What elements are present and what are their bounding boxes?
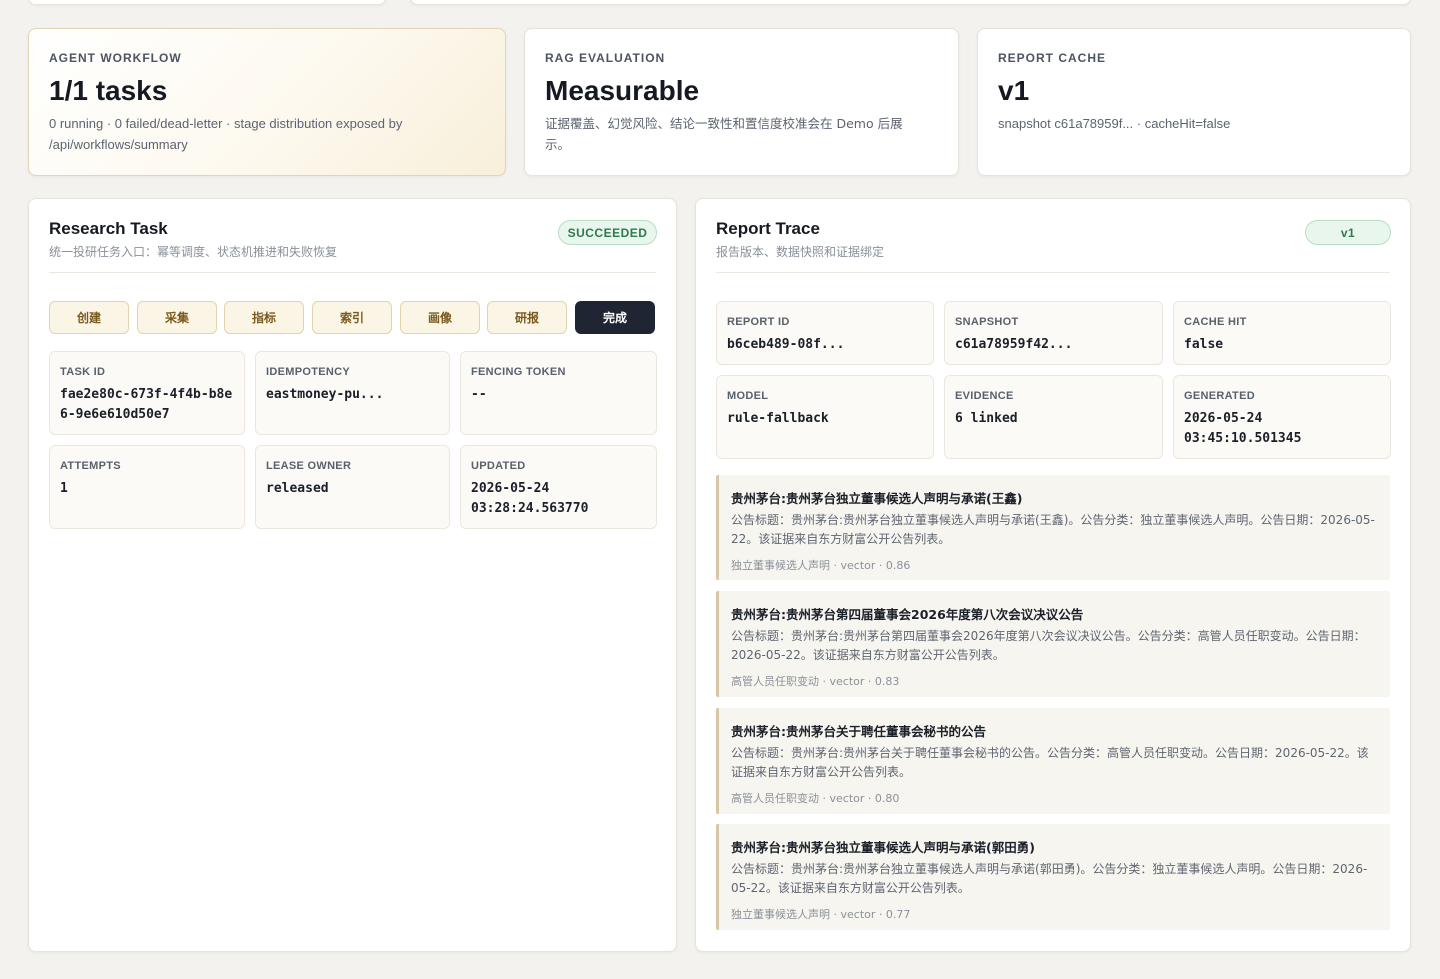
previous-card-left: [28, 0, 386, 5]
version-badge: v1: [1305, 220, 1391, 245]
meta-value: 6 linked: [955, 411, 1018, 426]
meta-value: --: [471, 387, 487, 402]
evidence-title: 贵州茅台:贵州茅台独立董事候选人声明与承诺(郭田勇): [731, 840, 1035, 855]
generated-field: GENERATED 2026-05-24 03:45:10.501345: [1173, 375, 1391, 459]
kpi-value: 1/1 tasks: [49, 75, 168, 106]
meta-label: GENERATED: [1184, 390, 1255, 402]
meta-value: b6ceb489-08f...: [727, 337, 845, 352]
kpi-label: AGENT WORKFLOW: [49, 51, 182, 65]
evidence-title: 贵州茅台:贵州茅台关于聘任董事会秘书的公告: [731, 724, 986, 739]
kpi-subtext: 0 running · 0 failed/dead-letter · stage…: [49, 116, 403, 152]
meta-label: EVIDENCE: [955, 390, 1014, 402]
meta-label: REPORT ID: [727, 316, 790, 328]
evidence-body: 公告标题：贵州茅台:贵州茅台独立董事候选人声明与承诺(郭田勇)。公告分类：独立董…: [731, 862, 1368, 895]
evidence-title: 贵州茅台:贵州茅台独立董事候选人声明与承诺(王鑫): [731, 491, 1023, 506]
stage-collect-button[interactable]: 采集: [137, 301, 217, 334]
research-task-panel: Research Task 统一投研任务入口：幂等调度、状态机推进和失败恢复 S…: [28, 198, 677, 952]
model-field: MODEL rule-fallback: [716, 375, 934, 459]
evidence-item[interactable]: 贵州茅台:贵州茅台关于聘任董事会秘书的公告 公告标题：贵州茅台:贵州茅台关于聘任…: [716, 708, 1390, 814]
kpi-label: REPORT CACHE: [998, 51, 1107, 65]
meta-value: false: [1184, 337, 1224, 352]
evidence-meta: 高管人员任职变动 · vector · 0.83: [731, 675, 900, 688]
meta-value: eastmoney-pu...: [266, 387, 384, 402]
evidence-meta: 独立董事候选人声明 · vector · 0.77: [731, 908, 911, 921]
evidence-meta: 独立董事候选人声明 · vector · 0.86: [731, 559, 911, 572]
stage-metrics-button[interactable]: 指标: [224, 301, 304, 334]
evidence-count-field: EVIDENCE 6 linked: [944, 375, 1163, 459]
updated-field: UPDATED 2026-05-24 03:28:24.563770: [460, 445, 657, 529]
evidence-item[interactable]: 贵州茅台:贵州茅台第四届董事会2026年度第八次会议决议公告 公告标题：贵州茅台…: [716, 591, 1390, 697]
meta-value: c61a78959f42...: [955, 337, 1073, 352]
evidence-body: 公告标题：贵州茅台:贵州茅台第四届董事会2026年度第八次会议决议公告。公告分类…: [731, 629, 1366, 662]
meta-label: CACHE HIT: [1184, 316, 1247, 328]
meta-label: IDEMPOTENCY: [266, 366, 350, 378]
lease-owner-field: LEASE OWNER released: [255, 445, 450, 529]
meta-value: 2026-05-24 03:28:24.563770: [471, 481, 589, 516]
kpi-value: Measurable: [545, 75, 700, 106]
meta-label: LEASE OWNER: [266, 460, 352, 472]
rag-evaluation-card: RAG EVALUATION Measurable 证据覆盖、幻觉风险、结论一致…: [524, 28, 959, 176]
evidence-item[interactable]: 贵州茅台:贵州茅台独立董事候选人声明与承诺(王鑫) 公告标题：贵州茅台:贵州茅台…: [716, 475, 1390, 580]
kpi-value: v1: [998, 75, 1030, 106]
evidence-body: 公告标题：贵州茅台:贵州茅台独立董事候选人声明与承诺(王鑫)。公告分类：独立董事…: [731, 513, 1375, 546]
kpi-subtext: snapshot c61a78959f... · cacheHit=false: [998, 116, 1231, 131]
evidence-body: 公告标题：贵州茅台:贵州茅台关于聘任董事会秘书的公告。公告分类：高管人员任职变动…: [731, 746, 1369, 779]
meta-label: TASK ID: [60, 366, 106, 378]
meta-value: 1: [60, 481, 68, 496]
stage-create-button[interactable]: 创建: [49, 301, 129, 334]
meta-label: MODEL: [727, 390, 769, 402]
status-badge: SUCCEEDED: [558, 220, 657, 245]
panel-subtitle: 统一投研任务入口：幂等调度、状态机推进和失败恢复: [49, 245, 338, 259]
kpi-subtext: 证据覆盖、幻觉风险、结论一致性和置信度校准会在 Demo 后展示。: [545, 116, 903, 152]
attempts-field: ATTEMPTS 1: [49, 445, 245, 529]
evidence-title: 贵州茅台:贵州茅台第四届董事会2026年度第八次会议决议公告: [731, 607, 1084, 622]
panel-divider: [716, 272, 1390, 273]
meta-label: UPDATED: [471, 460, 526, 472]
meta-value: rule-fallback: [727, 411, 829, 426]
stage-report-button[interactable]: 研报: [487, 301, 567, 334]
meta-label: SNAPSHOT: [955, 316, 1019, 328]
report-id-field: REPORT ID b6ceb489-08f...: [716, 301, 934, 365]
snapshot-field: SNAPSHOT c61a78959f42...: [944, 301, 1163, 365]
stage-done-button[interactable]: 完成: [575, 301, 655, 334]
meta-value: fae2e80c-673f-4f4b-b8e6-9e6e610d50e7: [60, 387, 233, 422]
agent-workflow-card: AGENT WORKFLOW 1/1 tasks 0 running · 0 f…: [28, 28, 506, 176]
meta-value: 2026-05-24 03:45:10.501345: [1184, 411, 1302, 446]
meta-label: FENCING TOKEN: [471, 366, 566, 378]
report-trace-panel: Report Trace 报告版本、数据快照和证据绑定 v1 REPORT ID…: [695, 198, 1411, 952]
kpi-label: RAG EVALUATION: [545, 51, 666, 65]
idempotency-field: IDEMPOTENCY eastmoney-pu...: [255, 351, 450, 435]
cache-hit-field: CACHE HIT false: [1173, 301, 1391, 365]
panel-divider: [49, 272, 656, 273]
report-cache-card: REPORT CACHE v1 snapshot c61a78959f... ·…: [977, 28, 1411, 176]
stage-index-button[interactable]: 索引: [312, 301, 392, 334]
panel-title: Research Task: [49, 219, 168, 238]
fencing-token-field: FENCING TOKEN --: [460, 351, 657, 435]
meta-value: released: [266, 481, 329, 496]
evidence-item[interactable]: 贵州茅台:贵州茅台独立董事候选人声明与承诺(郭田勇) 公告标题：贵州茅台:贵州茅…: [716, 824, 1390, 930]
task-id-field: TASK ID fae2e80c-673f-4f4b-b8e6-9e6e610d…: [49, 351, 245, 435]
stage-profile-button[interactable]: 画像: [400, 301, 480, 334]
panel-title: Report Trace: [716, 219, 820, 238]
meta-label: ATTEMPTS: [60, 460, 121, 472]
panel-subtitle: 报告版本、数据快照和证据绑定: [716, 245, 885, 259]
previous-card-right: [410, 0, 1411, 5]
evidence-meta: 高管人员任职变动 · vector · 0.80: [731, 792, 900, 805]
